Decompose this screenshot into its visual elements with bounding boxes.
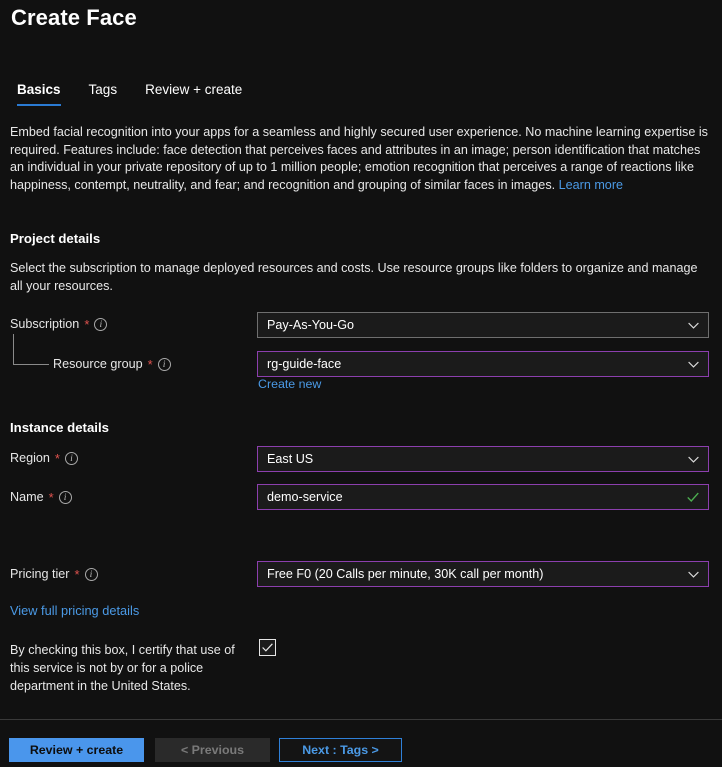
required-asterisk: * <box>147 356 153 372</box>
pricing-tier-value: Free F0 (20 Calls per minute, 30K call p… <box>267 567 544 581</box>
resource-group-label-text: Resource group <box>53 357 143 371</box>
resource-group-value: rg-guide-face <box>267 357 342 371</box>
resource-group-dropdown[interactable]: rg-guide-face <box>257 351 709 377</box>
page-title: Create Face <box>11 5 137 30</box>
pricing-tier-label: Pricing tier * i <box>10 567 98 581</box>
chevron-down-icon <box>687 319 700 332</box>
footer-divider <box>0 719 722 720</box>
info-icon[interactable]: i <box>64 451 78 465</box>
certification-checkbox[interactable] <box>259 639 276 656</box>
region-label: Region * i <box>10 451 78 465</box>
required-asterisk: * <box>74 566 80 582</box>
chevron-down-icon <box>687 453 700 466</box>
pricing-tier-dropdown[interactable]: Free F0 (20 Calls per minute, 30K call p… <box>257 561 709 587</box>
region-label-text: Region <box>10 451 50 465</box>
resource-group-label: Resource group * i <box>53 357 171 371</box>
region-value: East US <box>267 452 314 466</box>
subscription-value: Pay-As-You-Go <box>267 318 355 332</box>
subscription-label: Subscription * i <box>10 316 108 332</box>
name-value: demo-service <box>267 490 343 504</box>
info-icon[interactable]: i <box>157 357 171 371</box>
checkmark-icon <box>262 643 273 652</box>
name-input[interactable]: demo-service <box>257 484 709 510</box>
tab-bar: Basics Tags Review + create <box>11 82 256 106</box>
project-details-heading: Project details <box>10 231 101 246</box>
learn-more-link[interactable]: Learn more <box>559 178 623 192</box>
resource-group-tree-connector <box>13 334 49 365</box>
chevron-down-icon <box>687 568 700 581</box>
project-details-subtext: Select the subscription to manage deploy… <box>10 261 698 293</box>
subscription-dropdown[interactable]: Pay-As-You-Go <box>257 312 709 338</box>
name-label-text: Name <box>10 490 44 504</box>
pricing-tier-label-text: Pricing tier <box>10 567 70 581</box>
region-dropdown[interactable]: East US <box>257 446 709 472</box>
required-asterisk: * <box>48 489 54 505</box>
info-icon[interactable]: i <box>84 567 98 581</box>
info-icon[interactable]: i <box>94 317 108 331</box>
review-create-button[interactable]: Review + create <box>9 738 144 762</box>
valid-check-icon <box>686 490 700 504</box>
next-tags-button[interactable]: Next : Tags > <box>279 738 402 762</box>
tab-review-create[interactable]: Review + create <box>131 82 256 106</box>
create-new-resource-group-link[interactable]: Create new <box>258 377 321 391</box>
tab-basics[interactable]: Basics <box>11 82 75 106</box>
subscription-label-text: Subscription <box>10 317 80 331</box>
chevron-down-icon <box>687 358 700 371</box>
previous-button[interactable]: < Previous <box>155 738 270 762</box>
create-face-blade: Create Face Basics Tags Review + create … <box>0 0 722 767</box>
tab-tags[interactable]: Tags <box>75 82 132 106</box>
name-label: Name * i <box>10 490 72 504</box>
required-asterisk: * <box>84 316 90 332</box>
required-asterisk: * <box>54 450 60 466</box>
info-icon[interactable]: i <box>58 490 72 504</box>
blade-description: Embed facial recognition into your apps … <box>10 124 712 194</box>
instance-details-heading: Instance details <box>10 420 109 435</box>
view-full-pricing-details-link[interactable]: View full pricing details <box>10 603 139 618</box>
certification-text: By checking this box, I certify that use… <box>10 643 235 693</box>
